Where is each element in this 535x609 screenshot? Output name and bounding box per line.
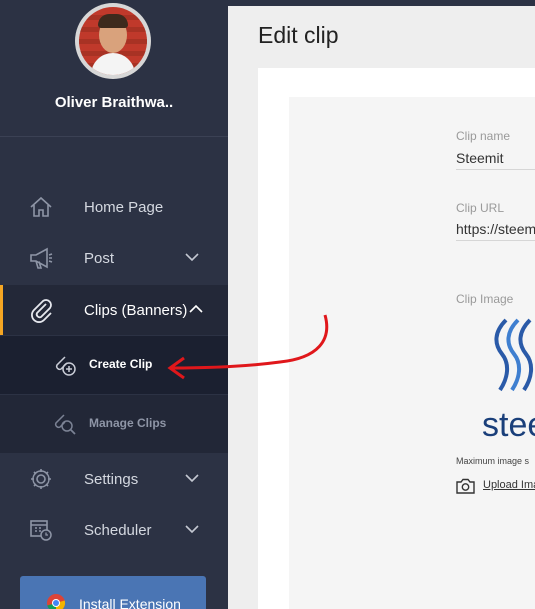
annotation-arrow — [167, 314, 329, 380]
page-title: Edit clip — [258, 22, 339, 48]
search-clip-icon — [54, 414, 76, 435]
steem-logo-icon: steem — [482, 318, 535, 442]
sidebar-item-label: Post — [84, 249, 115, 267]
install-extension-button[interactable]: Install Extension — [20, 576, 206, 609]
sidebar-subitem-manage-clips[interactable]: Manage Clips — [0, 395, 228, 453]
avatar[interactable] — [75, 3, 151, 79]
chrome-icon — [47, 594, 66, 609]
camera-icon — [456, 478, 475, 494]
sidebar-item-label: Settings — [84, 470, 139, 488]
top-bar — [228, 0, 535, 6]
paperclip-icon — [31, 299, 52, 323]
upload-image-label: Upload Ima — [483, 479, 535, 491]
clip-name-underline — [456, 169, 535, 170]
clip-image-label: Clip Image — [456, 292, 514, 306]
clip-name-input[interactable]: Steemit — [456, 150, 535, 166]
megaphone-icon — [30, 247, 53, 269]
clip-url-label: Clip URL — [456, 201, 505, 215]
user-name: Oliver Braithwa.. — [54, 94, 174, 111]
sidebar-subitem-label: Manage Clips — [89, 416, 167, 430]
sidebar-item-label: Home Page — [84, 198, 164, 216]
sidebar-divider — [0, 136, 228, 137]
install-extension-label: Install Extension — [79, 596, 181, 609]
max-image-note: Maximum image s — [456, 456, 530, 466]
gear-icon — [31, 469, 51, 489]
upload-image-button[interactable]: Upload Ima — [456, 477, 535, 495]
sidebar-item-label: Scheduler — [84, 521, 152, 539]
add-clip-icon — [55, 356, 76, 376]
clip-name-label: Clip name — [456, 129, 511, 143]
calendar-clock-icon — [30, 520, 52, 541]
chevron-down-icon — [185, 525, 199, 534]
clip-url-underline — [456, 240, 535, 241]
clip-url-input[interactable]: https://steem — [456, 221, 535, 237]
home-icon — [30, 196, 52, 217]
sidebar-item-post[interactable]: Post — [0, 233, 228, 283]
sidebar-item-settings[interactable]: Settings — [0, 454, 228, 504]
chevron-down-icon — [185, 253, 199, 262]
sidebar-item-scheduler[interactable]: Scheduler — [0, 505, 228, 555]
logo-text: steem — [482, 406, 535, 442]
chevron-down-icon — [185, 474, 199, 483]
sidebar-item-home[interactable]: Home Page — [0, 182, 228, 232]
sidebar-subitem-label: Create Clip — [89, 357, 153, 371]
clip-image-preview: steem — [480, 318, 535, 442]
